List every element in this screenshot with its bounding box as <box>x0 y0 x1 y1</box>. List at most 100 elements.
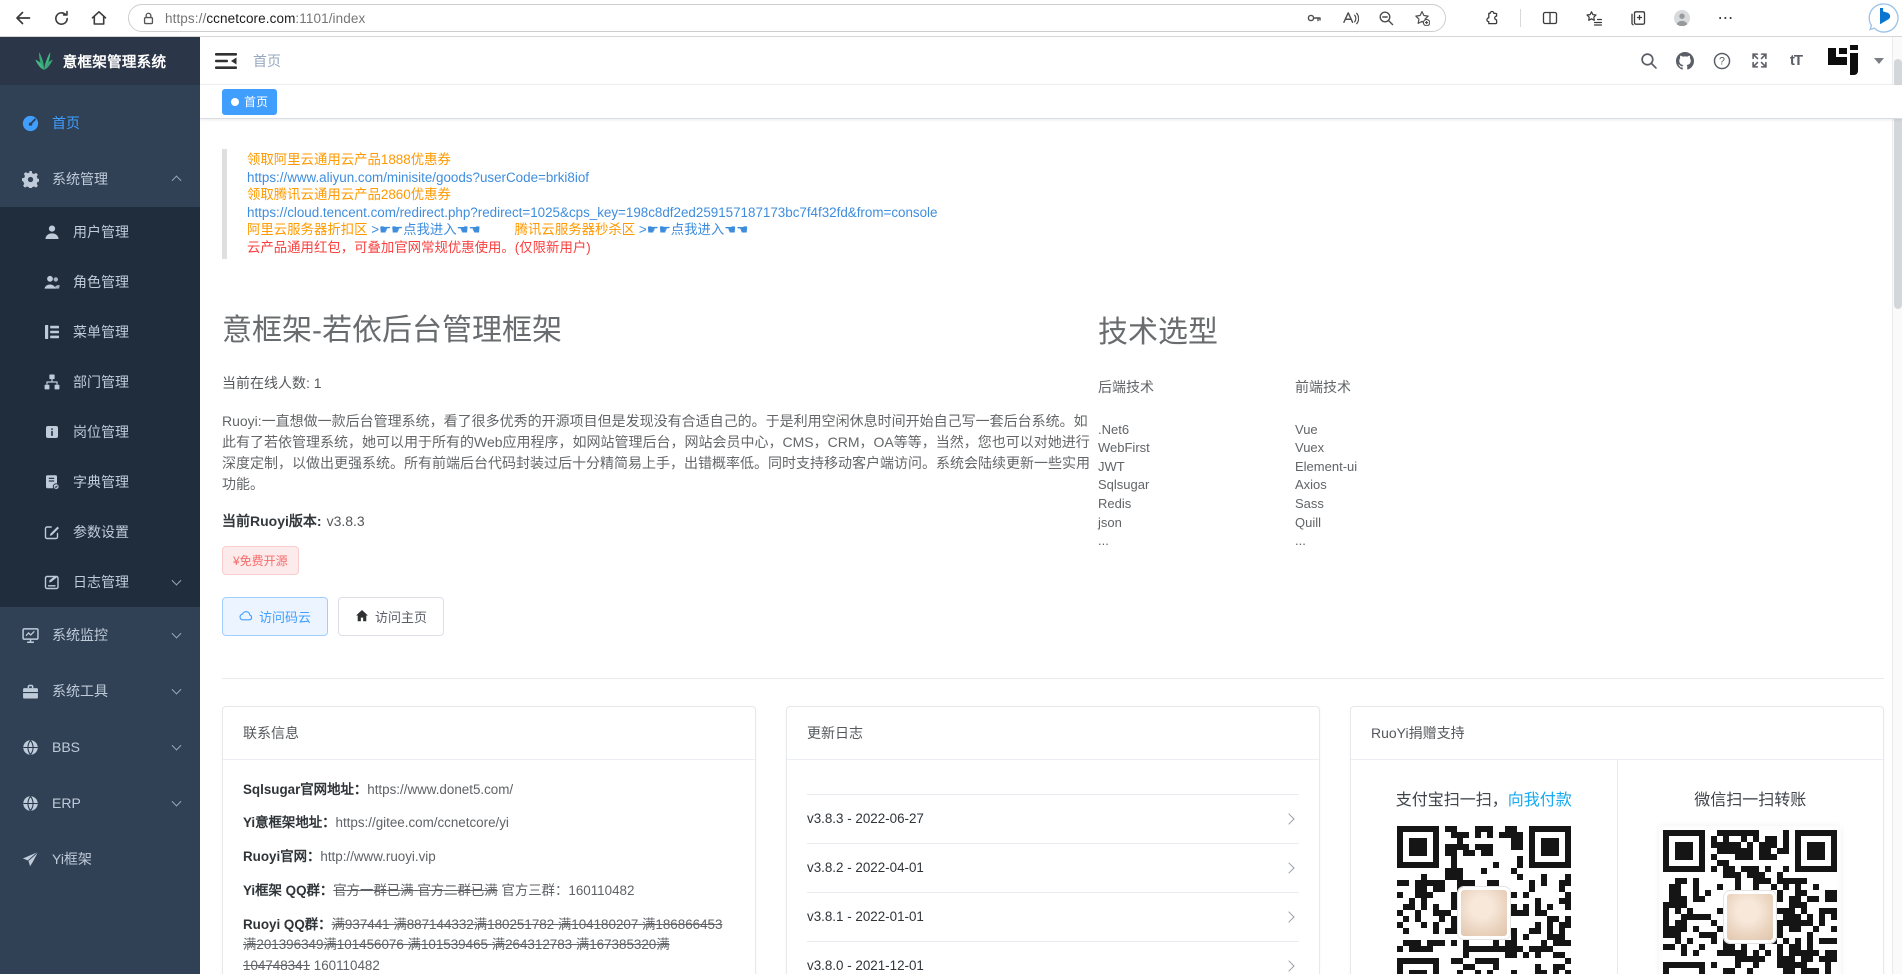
page-content: 领取阿里云通用云产品1888优惠券 https://www.aliyun.com… <box>200 119 1902 974</box>
toolbox-icon <box>22 683 39 700</box>
changelog-row[interactable]: v3.8.0 - 2021-12-01 <box>807 942 1299 974</box>
browser-actions: ⋯ <box>1462 3 1741 33</box>
page-scrollbar[interactable] <box>1892 37 1902 974</box>
chevron-down-icon <box>172 685 182 695</box>
dictionary-book-icon <box>44 474 60 490</box>
aliyun-enter-link[interactable]: >☛☛点我进入☚☚ <box>371 222 480 237</box>
tag-home-active[interactable]: 首页 <box>222 89 277 115</box>
log-icon <box>44 574 60 590</box>
fullscreen-icon[interactable] <box>1747 49 1771 73</box>
notice-line-server-zones: 阿里云服务器折扣区 >☛☛点我进入☚☚腾讯云服务器秒杀区 >☛☛点我进入☚☚ <box>247 221 1894 239</box>
sidebar-item-system-monitor[interactable]: 系统监控 <box>0 607 200 663</box>
sidebar-item-param-settings[interactable]: 参数设置 <box>0 507 200 557</box>
wechat-qr-code <box>1659 826 1841 974</box>
sidebar-collapse-icon[interactable] <box>215 52 237 70</box>
globe-icon <box>22 739 39 756</box>
site-permissions-lock-icon[interactable] <box>141 11 156 26</box>
frontend-tech-column: 前端技术 Vue Vuex Element-ui Axios Sass Quil… <box>1295 377 1492 551</box>
aliyun-coupon-link[interactable]: https://www.aliyun.com/minisite/goods?us… <box>247 169 1894 187</box>
section-divider <box>222 678 1884 679</box>
promo-notice-block: 领取阿里云通用云产品1888优惠券 https://www.aliyun.com… <box>222 149 1894 259</box>
changelog-card: 更新日志 v3.8.3 - 2022-06-27 v3.8.2 - 2022-0… <box>786 706 1320 974</box>
qr-center-photo <box>1458 887 1510 939</box>
frontend-tech-list: Vue Vuex Element-ui Axios Sass Quill ... <box>1295 421 1492 551</box>
changelog-row[interactable]: v3.8.3 - 2022-06-27 <box>807 795 1299 844</box>
app-title: 意框架管理系统 <box>63 51 167 72</box>
tech-selection-section: 技术选型 后端技术 .Net6 WebFirst JWT Sqlsugar Re… <box>1098 305 1492 636</box>
active-tag-dot <box>231 98 239 106</box>
breadcrumb[interactable]: 首页 <box>253 51 281 71</box>
changelog-row[interactable]: v3.8.2 - 2022-04-01 <box>807 844 1299 893</box>
extensions-puzzle-icon[interactable] <box>1476 3 1506 33</box>
tencent-coupon-link[interactable]: https://cloud.tencent.com/redirect.php?r… <box>247 204 1894 222</box>
sidebar-item-dept-manage[interactable]: 部门管理 <box>0 357 200 407</box>
chevron-right-icon <box>1283 813 1294 824</box>
sidebar-item-erp[interactable]: ERP <box>0 775 200 831</box>
paper-plane-icon <box>22 851 39 868</box>
backend-tech-list: .Net6 WebFirst JWT Sqlsugar Redis json .… <box>1098 421 1295 551</box>
frontend-tech-title: 前端技术 <box>1295 377 1492 397</box>
favorites-list-icon[interactable] <box>1579 3 1609 33</box>
url-text: https://ccnetcore.com:1101/index <box>165 11 1291 26</box>
sidebar-item-dict-manage[interactable]: 字典管理 <box>0 457 200 507</box>
browser-reload-button[interactable] <box>46 3 76 33</box>
chevron-up-icon <box>172 175 182 185</box>
alipay-pay-link[interactable]: 向我付款 <box>1508 792 1572 809</box>
search-icon[interactable] <box>1636 49 1660 73</box>
gear-icon <box>22 171 39 188</box>
address-bar[interactable]: https://ccnetcore.com:1101/index <box>128 4 1446 32</box>
browser-home-button[interactable] <box>84 3 114 33</box>
chevron-right-icon <box>1283 911 1294 922</box>
password-key-icon[interactable] <box>1301 5 1327 31</box>
dashboard-icon <box>22 115 39 132</box>
url-path: :1101/index <box>295 11 365 26</box>
browser-back-button[interactable] <box>8 3 38 33</box>
wechat-donate-column: 微信扫一扫转账 <box>1618 760 1884 974</box>
chevron-down-icon <box>172 741 182 751</box>
sidebar-item-bbs[interactable]: BBS <box>0 719 200 775</box>
visit-gitee-button[interactable]: 访问码云 <box>222 597 328 636</box>
collections-icon[interactable] <box>1623 3 1653 33</box>
sidebar-item-log-manage[interactable]: 日志管理 <box>0 557 200 607</box>
sidebar-item-menu-manage[interactable]: 菜单管理 <box>0 307 200 357</box>
browser-menu-ellipsis[interactable]: ⋯ <box>1711 3 1741 33</box>
changelog-row[interactable]: v3.8.1 - 2022-01-01 <box>807 893 1299 942</box>
avatar-dropdown-caret[interactable] <box>1874 58 1884 64</box>
sidebar-item-yi-framework[interactable]: Yi框架 <box>0 831 200 887</box>
backend-tech-column: 后端技术 .Net6 WebFirst JWT Sqlsugar Redis j… <box>1098 377 1295 551</box>
chevron-down-icon <box>172 797 182 807</box>
tencent-enter-link[interactable]: >☛☛点我进入☚☚ <box>639 222 748 237</box>
notice-line-aliyun-coupon: 领取阿里云通用云产品1888优惠券 <box>247 151 1894 169</box>
alipay-qr-code <box>1397 826 1571 974</box>
bing-copilot-icon[interactable] <box>1868 2 1900 34</box>
profile-avatar-icon[interactable] <box>1667 3 1697 33</box>
sidebar-submenu-system: 用户管理 角色管理 菜单管理 部门管理 岗位管理 <box>0 207 200 607</box>
version-line: 当前Ruoyi版本:v3.8.3 <box>222 511 1098 531</box>
changelog-card-title: 更新日志 <box>787 707 1319 760</box>
tags-view-bar: 首页 <box>200 85 1902 119</box>
org-tree-icon <box>44 374 60 390</box>
sidebar-item-user-manage[interactable]: 用户管理 <box>0 207 200 257</box>
sidebar-item-role-manage[interactable]: 角色管理 <box>0 257 200 307</box>
visit-homepage-button[interactable]: 访问主页 <box>338 597 444 636</box>
version-value: v3.8.3 <box>327 513 365 529</box>
wechat-title: 微信扫一扫转账 <box>1618 786 1884 810</box>
sidebar-item-post-manage[interactable]: 岗位管理 <box>0 407 200 457</box>
add-favorite-star-icon[interactable] <box>1409 5 1435 31</box>
free-opensource-tag: ¥免费开源 <box>222 546 299 575</box>
contact-info-card: 联系信息 Sqlsugar官网地址：https://www.donet5.com… <box>222 706 756 974</box>
question-help-icon[interactable] <box>1710 49 1734 73</box>
text-size-icon[interactable]: tT <box>1784 49 1808 73</box>
alipay-donate-column: 支付宝扫一扫，向我付款 <box>1351 760 1618 974</box>
sidebar-item-system-tools[interactable]: 系统工具 <box>0 663 200 719</box>
browser-toolbar: https://ccnetcore.com:1101/index ⋯ <box>0 0 1902 37</box>
zoom-out-icon[interactable] <box>1373 5 1399 31</box>
split-screen-icon[interactable] <box>1535 3 1565 33</box>
tech-title: 技术选型 <box>1098 307 1492 351</box>
read-aloud-icon[interactable] <box>1337 5 1363 31</box>
sidebar-item-home[interactable]: 首页 <box>0 95 200 151</box>
sidebar-item-system-manage[interactable]: 系统管理 <box>0 151 200 207</box>
navbar-actions: tT <box>1623 41 1884 81</box>
user-avatar[interactable] <box>1824 41 1864 81</box>
github-icon[interactable] <box>1673 49 1697 73</box>
